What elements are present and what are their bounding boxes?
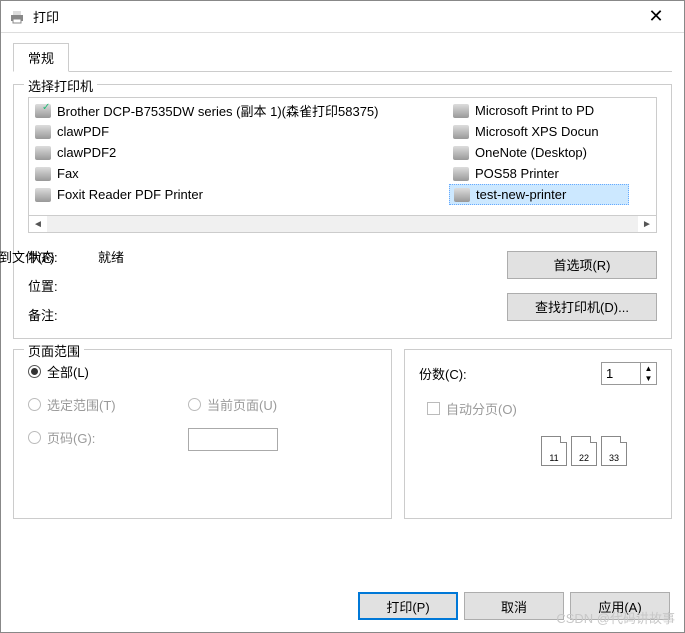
print-to-file-checkbox[interactable]: 打印到文件(F) [0,247,55,266]
printer-icon [35,167,51,181]
print-to-file-label: 打印到文件(F) [0,247,55,266]
comment-label: 备注: [28,305,98,324]
print-button[interactable]: 打印(P) [358,592,458,620]
preferences-button[interactable]: 首选项(R) [507,251,657,279]
status-value: 就绪 [98,247,124,266]
printer-item[interactable]: Brother DCP-B7535DW series (副本 1)(森雀打印58… [31,100,449,121]
printer-item[interactable]: Microsoft XPS Docun [449,121,629,142]
printer-select-group: 选择打印机 Brother DCP-B7535DW series (副本 1)(… [13,84,672,339]
printer-icon [35,104,51,118]
radio-pages: 页码(G): [28,428,188,447]
radio-all-label: 全部(L) [47,362,89,381]
radio-circle [28,431,41,444]
scroll-left-button[interactable]: ◄ [29,216,47,232]
radio-selection: 选定范围(T) [28,395,188,414]
copies-label: 份数(C): [419,364,467,383]
radio-current-page: 当前页面(U) [188,395,338,414]
printer-icon [453,125,469,139]
printer-list[interactable]: Brother DCP-B7535DW series (副本 1)(森雀打印58… [28,97,657,215]
printer-item[interactable]: clawPDF2 [31,142,449,163]
printer-item[interactable]: OneNote (Desktop) [449,142,629,163]
page-icon: 11 [541,436,567,466]
page-icon: 33 [601,436,627,466]
checkbox-box [427,402,440,415]
printer-item[interactable]: Foxit Reader PDF Printer [31,184,449,205]
radio-circle [28,398,41,411]
printer-item-selected[interactable]: test-new-printer [449,184,629,205]
collate-label: 自动分页(O) [446,399,517,418]
spin-up-button[interactable]: ▲ [641,363,656,374]
printer-icon [35,146,51,160]
tab-general[interactable]: 常规 [13,43,69,72]
group-label-printer: 选择打印机 [24,76,97,95]
collate-preview: 11 22 33 [419,436,657,466]
radio-current-label: 当前页面(U) [207,395,277,414]
cancel-button[interactable]: 取消 [464,592,564,620]
watermark: CSDN @代码讲故事 [556,608,675,627]
printer-icon [35,125,51,139]
hscrollbar[interactable]: ◄ ► [28,215,657,233]
copies-input[interactable] [601,362,641,385]
printer-icon [35,188,51,202]
close-button[interactable]: ✕ [636,6,676,27]
content: 选择打印机 Brother DCP-B7535DW series (副本 1)(… [1,72,684,580]
tabbar: 常规 [1,33,684,72]
printer-icon [454,188,470,202]
find-printer-button[interactable]: 查找打印机(D)... [507,293,657,321]
collate-checkbox: 自动分页(O) [427,399,657,418]
scroll-track[interactable] [47,216,638,232]
copies-spinner[interactable]: ▲ ▼ [601,362,657,385]
titlebar: 打印 ✕ [1,1,684,33]
page-range-group: 页面范围 全部(L) 选定范围(T) 当前页面(U) 页码(G): [13,349,392,519]
location-label: 位置: [28,276,98,295]
copies-group: 份数(C): ▲ ▼ 自动分页(O) 11 22 33 [404,349,672,519]
printer-item[interactable]: clawPDF [31,121,449,142]
radio-pages-label: 页码(G): [47,428,95,447]
radio-circle [188,398,201,411]
printer-icon [453,104,469,118]
scroll-right-button[interactable]: ► [638,216,656,232]
printer-item[interactable]: Fax [31,163,449,184]
spin-down-button[interactable]: ▼ [641,374,656,385]
radio-selection-label: 选定范围(T) [47,395,116,414]
status-area: 状态: 就绪 打印到文件(F) 位置: 备注: 首选项(R) 查找打印机(D).… [28,247,657,324]
radio-all[interactable]: 全部(L) [28,362,377,381]
printer-icon [453,146,469,160]
printer-icon [9,9,25,25]
radio-circle [28,365,41,378]
window-title: 打印 [33,7,636,26]
printer-item[interactable]: Microsoft Print to PD [449,100,629,121]
group-label-range: 页面范围 [24,341,84,360]
page-icon: 22 [571,436,597,466]
printer-item[interactable]: POS58 Printer [449,163,629,184]
pages-input[interactable] [188,428,278,451]
printer-icon [453,167,469,181]
